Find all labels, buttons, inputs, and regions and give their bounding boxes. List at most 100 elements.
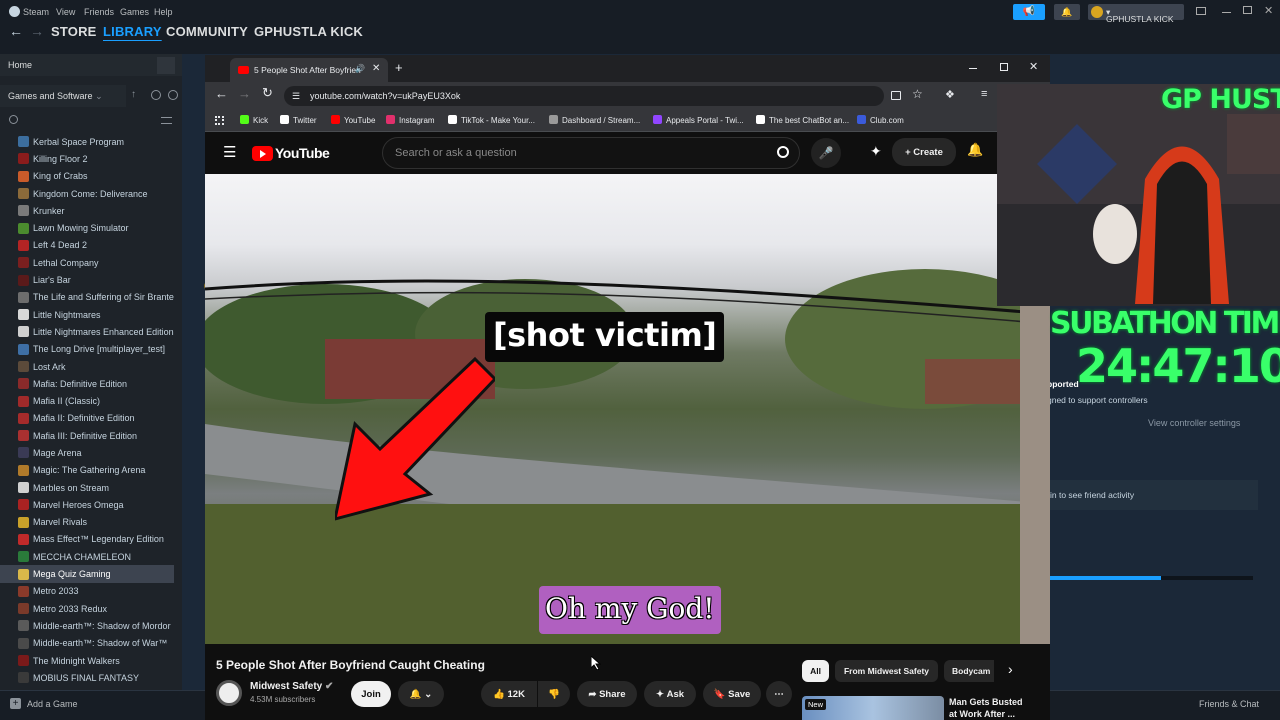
game-list-item[interactable]: Kingdom Come: Deliverance: [0, 185, 182, 202]
game-list-item[interactable]: Metro 2033 Redux: [0, 600, 182, 617]
sort-icon[interactable]: ↑: [131, 89, 136, 100]
play-filter-icon[interactable]: [168, 90, 178, 100]
menu-steam[interactable]: Steam: [23, 7, 49, 17]
game-list-item[interactable]: Liar's Bar: [0, 271, 182, 288]
recommended-thumbnail[interactable]: New: [802, 696, 944, 720]
game-list-item[interactable]: MOBIUS FINAL FANTASY: [0, 669, 182, 686]
menu-help[interactable]: Help: [154, 7, 173, 17]
game-list-item[interactable]: Lost Ark: [0, 358, 182, 375]
menu-games[interactable]: Games: [120, 7, 149, 17]
game-list-item[interactable]: Krunker: [0, 202, 182, 219]
share-button[interactable]: ➦ Share: [577, 681, 637, 707]
channel-name[interactable]: Midwest Safety ✔: [250, 681, 333, 692]
game-list-item[interactable]: Left 4 Dead 2: [0, 237, 182, 254]
more-actions-button[interactable]: ⋯: [766, 681, 792, 707]
tab-youtube-video[interactable]: 5 People Shot After Boyfrien 🔊 ✕: [230, 58, 388, 82]
game-list-item[interactable]: The Long Drive [multiplayer_test]: [0, 341, 182, 358]
game-list-item[interactable]: Marbles on Stream: [0, 479, 182, 496]
big-picture-icon[interactable]: [1196, 7, 1206, 15]
youtube-logo[interactable]: YouTube: [252, 145, 330, 161]
bookmark-item[interactable]: Instagram: [386, 115, 435, 125]
subscribe-bell-button[interactable]: 🔔 ⌄: [398, 681, 444, 707]
nav-profile[interactable]: GPHUSTLA KICK: [254, 24, 363, 39]
channel-avatar[interactable]: [216, 680, 242, 706]
game-list-item[interactable]: The Midnight Walkers: [0, 652, 182, 669]
nav-library[interactable]: LIBRARY: [103, 24, 162, 39]
chip-bodycam[interactable]: Bodycam: [944, 660, 994, 682]
bookmark-item[interactable]: Appeals Portal - Twi...: [653, 115, 744, 125]
browser-forward-icon[interactable]: →: [238, 86, 251, 101]
game-list-item[interactable]: Mafia III: Definitive Edition: [0, 427, 182, 444]
bookmark-item[interactable]: Twitter: [280, 115, 317, 125]
friends-chat-button[interactable]: Friends & Chat: [1199, 699, 1259, 709]
notifications-icon[interactable]: 🔔: [1054, 4, 1080, 20]
game-list-item[interactable]: Mage Arena: [0, 444, 182, 461]
game-list-item[interactable]: MECCHA CHAMELEON: [0, 548, 182, 565]
search-input[interactable]: Search or ask a question: [382, 137, 800, 169]
bookmark-star-icon[interactable]: ☆: [912, 87, 923, 101]
game-list-item[interactable]: Middle-earth™: Shadow of War™: [0, 635, 182, 652]
url-field[interactable]: ☰ youtube.com/watch?v=ukPayEU3Xok: [284, 86, 884, 106]
sidebar-home[interactable]: Home: [0, 54, 182, 76]
close-icon[interactable]: ✕: [1264, 4, 1273, 17]
menu-view[interactable]: View: [56, 7, 75, 17]
apps-grid-icon[interactable]: [215, 116, 224, 125]
speaker-icon[interactable]: 🔊: [355, 64, 365, 73]
game-list-item[interactable]: Lawn Mowing Simulator: [0, 219, 182, 236]
voice-search-icon[interactable]: 🎤: [811, 138, 841, 168]
gemini-icon[interactable]: ✦: [870, 143, 882, 160]
game-list-item[interactable]: Lethal Company: [0, 254, 182, 271]
add-icon[interactable]: +: [10, 698, 21, 709]
dislike-button[interactable]: 👎: [538, 681, 570, 707]
game-list-item[interactable]: Middle-earth™: Shadow of Mordor: [0, 617, 182, 634]
browser-close-icon[interactable]: ✕: [1029, 60, 1038, 73]
browser-minimize-icon[interactable]: [969, 68, 977, 69]
bookmark-item[interactable]: TikTok - Make Your...: [448, 115, 535, 125]
view-controller-settings[interactable]: View controller settings: [1148, 418, 1240, 428]
new-tab-icon[interactable]: +: [395, 60, 403, 75]
game-list-item[interactable]: Killing Floor 2: [0, 150, 182, 167]
back-arrow-icon[interactable]: ←: [9, 23, 23, 39]
steam-logo-icon[interactable]: [9, 6, 20, 17]
add-game-button[interactable]: Add a Game: [27, 699, 78, 709]
maximize-icon[interactable]: [1243, 6, 1252, 14]
browser-maximize-icon[interactable]: [1000, 63, 1008, 71]
menu-hamburger-icon[interactable]: ☰: [223, 143, 236, 161]
create-button[interactable]: + Create: [892, 138, 956, 166]
bookmark-item[interactable]: Dashboard / Stream...: [549, 115, 640, 125]
ask-button[interactable]: ✦ Ask: [644, 681, 696, 707]
save-button[interactable]: 🔖 Save: [703, 681, 761, 707]
video-player[interactable]: [shot victim] Oh my God!: [205, 174, 1050, 644]
bookmark-item[interactable]: YouTube: [331, 115, 375, 125]
install-icon[interactable]: [891, 91, 901, 100]
game-list-item[interactable]: Mega Quiz Gaming: [0, 565, 174, 583]
game-list-item[interactable]: Magic: The Gathering Arena: [0, 462, 182, 479]
menu-friends[interactable]: Friends: [84, 7, 114, 17]
game-list-item[interactable]: Mafia II (Classic): [0, 392, 182, 409]
game-list-item[interactable]: Little Nightmares: [0, 306, 182, 323]
notification-bell-icon[interactable]: 🔔: [967, 142, 983, 158]
chip-from-channel[interactable]: From Midwest Safety: [835, 660, 938, 682]
bookmark-item[interactable]: The best ChatBot an...: [756, 115, 849, 125]
chip-all[interactable]: All: [802, 660, 829, 682]
site-info-icon[interactable]: ☰: [292, 91, 300, 102]
broadcast-button[interactable]: 📢: [1013, 4, 1045, 20]
game-list-item[interactable]: The Life and Suffering of Sir Brante: [0, 289, 182, 306]
user-menu[interactable]: GPHUSTLA KICK ▾: [1088, 4, 1184, 24]
game-list-item[interactable]: Mafia: Definitive Edition: [0, 375, 182, 392]
bookmark-item[interactable]: Club.com: [857, 115, 904, 125]
recommended-title[interactable]: Man Gets Busted at Work After ...: [949, 696, 1029, 720]
media-control-icon[interactable]: ≡: [981, 88, 987, 100]
reload-icon[interactable]: ↻: [262, 85, 273, 101]
game-list-item[interactable]: Mafia II: Definitive Edition: [0, 410, 182, 427]
recent-icon[interactable]: [151, 90, 161, 100]
game-list-item[interactable]: Little Nightmares Enhanced Edition: [0, 323, 182, 340]
join-button[interactable]: Join: [351, 681, 391, 707]
nav-community[interactable]: COMMUNITY: [166, 24, 248, 39]
game-list-item[interactable]: Marvel Rivals: [0, 514, 182, 531]
sidebar-filter[interactable]: Games and Software ⌄: [0, 85, 126, 107]
nav-store[interactable]: STORE: [51, 24, 97, 39]
like-button[interactable]: 👍 12K: [481, 681, 537, 707]
game-list-item[interactable]: Kerbal Space Program: [0, 133, 182, 150]
game-list-item[interactable]: Mass Effect™ Legendary Edition: [0, 531, 182, 548]
